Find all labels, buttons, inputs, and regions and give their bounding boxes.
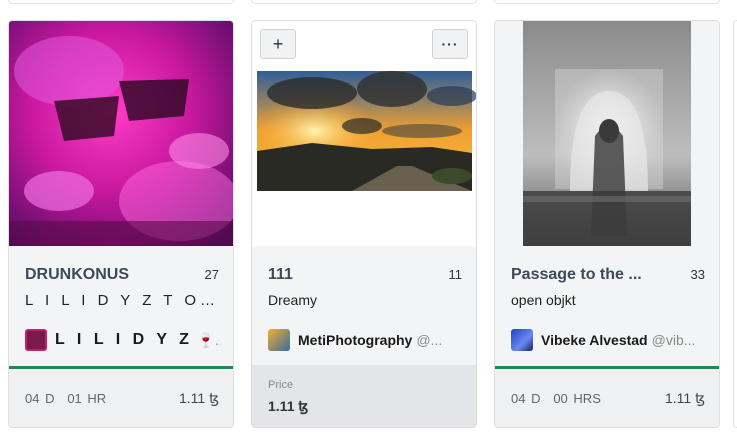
artist-info[interactable]: Vibeke Alvestad @vib...	[511, 328, 707, 352]
timer-days: 04	[25, 391, 40, 406]
edition-count: 27	[204, 267, 219, 282]
previous-row-card-edge	[251, 0, 477, 4]
artist-name[interactable]: L I L I D Y Z	[55, 331, 193, 349]
artwork-title[interactable]: 111	[268, 266, 293, 284]
artwork-thumbnail[interactable]	[9, 21, 233, 246]
artist-handle: @vib...	[651, 332, 696, 348]
edition-count: 11	[448, 267, 463, 282]
artist-info[interactable]: L I L I D Y Z 🍷...	[25, 328, 221, 352]
timer-hours: 00	[553, 391, 568, 406]
avatar	[511, 329, 533, 351]
auction-timer: 04 D 00 HRS	[511, 391, 603, 406]
add-button[interactable]: +	[260, 29, 296, 59]
artwork-thumbnail[interactable]	[495, 21, 719, 246]
nft-card-111[interactable]: + ··· 111 11 Dreamy MetiPhotography @...…	[251, 20, 477, 428]
price: 1.11 ꜩ	[178, 390, 219, 406]
previous-row-card-edge	[8, 0, 234, 4]
nft-card-drunkonus[interactable]: DRUNKONUS 27 L I L I D Y Z T O P I ... L…	[8, 20, 234, 428]
artwork-title[interactable]: Passage to the ...	[511, 266, 642, 284]
artist-info[interactable]: MetiPhotography @...	[268, 328, 464, 352]
artist-name[interactable]: MetiPhotography	[298, 332, 412, 348]
edition-count: 33	[690, 267, 705, 282]
price: 1.11 ꜩ	[268, 398, 309, 414]
artwork-thumbnail[interactable]: + ···	[252, 21, 476, 246]
previous-row-card-edge	[494, 0, 720, 4]
artwork-description: Dreamy	[268, 292, 318, 308]
timer-hours-label: HR	[87, 391, 107, 406]
artwork-image	[9, 21, 233, 246]
timer-days: 04	[511, 391, 526, 406]
price: 1.11 ꜩ	[664, 390, 705, 406]
timer-days-label: D	[531, 391, 541, 406]
artwork-image	[495, 21, 719, 246]
timer-hours: 01	[67, 391, 82, 406]
avatar	[268, 329, 290, 351]
ellipsis-icon: ···	[441, 36, 459, 52]
artwork-description: L I L I D Y Z T O P I ...	[25, 292, 217, 309]
plus-icon: +	[272, 33, 284, 54]
timer-hours-label: HRS	[573, 391, 601, 406]
auction-timer: 04 D 01 HR	[25, 391, 108, 406]
price-section	[252, 365, 476, 427]
price-label: Price	[268, 379, 294, 391]
timer-days-label: D	[45, 391, 55, 406]
artwork-description: open objkt	[511, 292, 576, 308]
artist-name[interactable]: Vibeke Alvestad	[541, 332, 648, 348]
artwork-title[interactable]: DRUNKONUS	[25, 266, 129, 284]
avatar	[25, 329, 47, 351]
more-options-button[interactable]: ···	[432, 29, 468, 59]
artist-handle: 🍷...	[196, 331, 221, 348]
artist-handle: @...	[416, 332, 443, 348]
nft-card-passage[interactable]: Passage to the ... 33 open objkt Vibeke …	[494, 20, 720, 428]
next-card-edge	[733, 20, 737, 428]
